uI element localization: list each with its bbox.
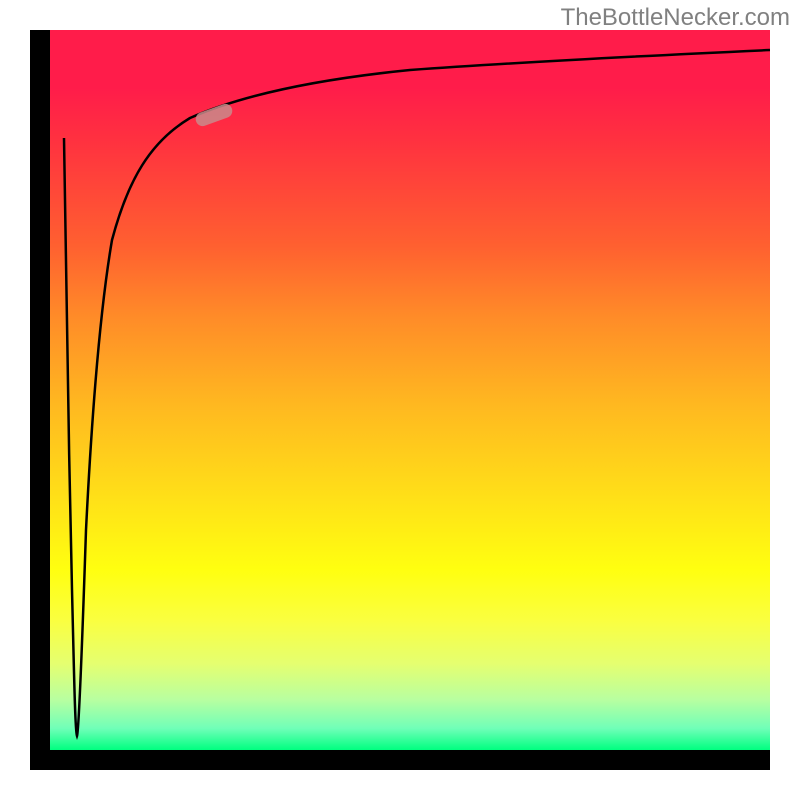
curve-svg: [50, 30, 770, 750]
y-axis: [30, 30, 50, 770]
highlight-marker: [194, 102, 234, 128]
watermark-text: TheBottleNecker.com: [561, 4, 790, 32]
chart-container: [30, 30, 770, 770]
x-axis: [30, 750, 770, 770]
bottleneck-curve-path: [64, 50, 770, 736]
